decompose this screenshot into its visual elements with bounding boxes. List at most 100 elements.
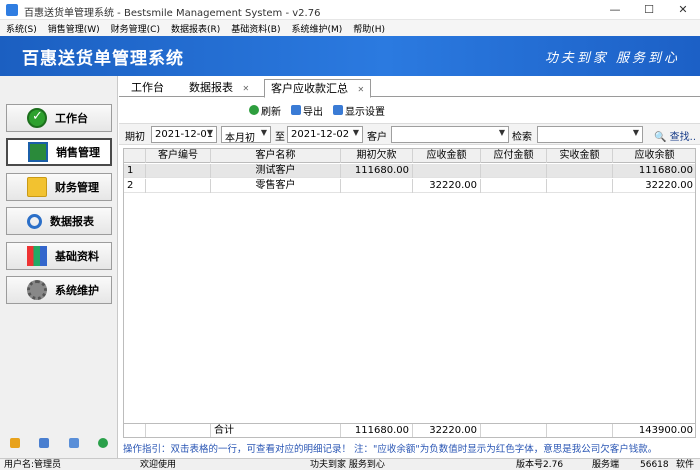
sidebar-item-reports[interactable]: 数据报表 [6,207,112,235]
column-header-received[interactable]: 实收金额 [547,149,613,163]
sidebar: 工作台 销售管理 财务管理 数据报表 基础资料 系统维护 [0,76,118,458]
total-payable [481,424,547,437]
minimize-button[interactable]: — [598,0,632,20]
period-select[interactable]: 本月初 ▼ [221,126,271,144]
sidebar-tools [0,438,118,448]
window-title: 百惠送货单管理系统 - Bestsmile Management System … [24,8,321,19]
menu-bar: 系统(S) 销售管理(W) 财务管理(C) 数据报表(R) 基础资料(B) 系统… [0,20,700,36]
maximize-button[interactable]: ☐ [632,0,666,20]
calendar-icon[interactable] [39,438,50,448]
window-controls: — ☐ ✕ [598,0,700,20]
sidebar-item-label: 工作台 [55,112,88,125]
sidebar-item-label: 财务管理 [55,181,99,194]
to-label: 至 [275,132,285,143]
sidebar-item-workbench[interactable]: 工作台 [6,104,112,132]
column-header-index[interactable] [124,149,146,163]
table-header: 客户编号 客户名称 期初欠款 应收金额 应付金额 实收金额 应收余额 [124,149,695,163]
toolbar: 刷新 导出 显示设置 [249,102,385,118]
sidebar-item-basic-data[interactable]: 基础资料 [6,242,112,270]
date-from-picker[interactable]: 2021-12-01 ▼ [151,126,217,143]
display-settings-button[interactable]: 显示设置 [333,102,385,118]
totals-label: 合计 [211,424,341,437]
total-received [547,424,613,437]
sidebar-item-label: 基础资料 [55,250,99,263]
sidebar-item-sales[interactable]: 销售管理 [6,138,112,166]
filter-bar: 期初 2021-12-01 ▼ 本月初 ▼ 至 2021-12-02 ▼ 客户 … [119,123,700,145]
status-soft: 软件 [676,460,695,470]
tab-label: 工作台 [131,81,164,94]
monitor-icon[interactable] [68,438,79,448]
magnifier-icon [27,213,42,229]
main-panel: 工作台 数据报表 ✕ 客户应收款汇总 ✕ 刷新 导出 显示设置 期初 2021-… [119,76,700,458]
header-banner: 百惠送货单管理系统 功夫到家 服务到心 [0,36,700,76]
chevron-down-icon: ▼ [206,128,213,137]
slogan: 功夫到家 服务到心 [544,51,680,66]
close-icon[interactable]: ✕ [358,85,365,94]
status-server: 服务端 [592,460,620,470]
query-button[interactable]: 🔍 查找.. [654,128,696,143]
menu-sales[interactable]: 销售管理(W) [42,20,105,36]
chevron-down-icon: ▼ [352,128,359,137]
chevron-down-icon: ▼ [632,128,639,137]
sidebar-item-finance[interactable]: 财务管理 [6,173,112,201]
column-header-code[interactable]: 客户编号 [146,149,211,163]
status-user: 用户名:管理员 [4,460,62,470]
total-receivable: 32220.00 [413,424,481,437]
tab-bar: 工作台 数据报表 ✕ 客户应收款汇总 ✕ [119,79,700,98]
refresh-icon [249,105,259,115]
menu-system[interactable]: 系统(S) [0,20,42,36]
column-header-name[interactable]: 客户名称 [211,149,341,163]
note-icon[interactable] [9,438,20,448]
export-icon [291,105,301,115]
column-header-receivable[interactable]: 应收金额 [413,149,481,163]
total-balance: 143900.00 [613,424,695,437]
chevron-down-icon: ▼ [498,128,505,137]
tab-label: 客户应收款汇总 [271,82,348,95]
sidebar-item-maintenance[interactable]: 系统维护 [6,276,112,304]
search-input[interactable]: ▼ [537,126,643,143]
date-to-picker[interactable]: 2021-12-02 ▼ [287,126,363,143]
tab-customer-receivables[interactable]: 客户应收款汇总 ✕ [264,79,372,98]
total-opening: 111680.00 [341,424,413,437]
status-port: 56618 [640,460,669,470]
folder-icon [27,177,47,197]
status-version: 版本号2.76 [516,460,564,470]
search-label: 检索 [512,132,532,143]
customer-select[interactable]: ▼ [391,126,509,143]
chevron-down-icon: ▼ [260,128,267,137]
refresh-button[interactable]: 刷新 [249,102,281,118]
gear-icon [27,280,47,300]
export-button[interactable]: 导出 [291,102,323,118]
settings-icon [333,105,343,115]
tab-label: 数据报表 [189,81,233,94]
check-circle-icon [27,108,47,128]
table-footer-totals: 合计 111680.00 32220.00 143900.00 [124,423,695,437]
close-icon[interactable]: ✕ [243,84,250,93]
table-row[interactable]: 2 零售客户 32220.00 32220.00 [124,179,695,193]
tab-workbench[interactable]: 工作台 [131,79,164,97]
sidebar-item-label: 系统维护 [55,284,99,297]
app-name: 百惠送货单管理系统 [22,49,184,69]
app-icon [6,4,18,16]
receivables-table[interactable]: 客户编号 客户名称 期初欠款 应收金额 应付金额 实收金额 应收余额 1 测试客… [123,148,696,438]
status-slogan: 功夫到家 服务到心 [310,460,385,470]
menu-basic-data[interactable]: 基础资料(B) [225,20,285,36]
menu-reports[interactable]: 数据报表(R) [165,20,225,36]
column-header-payable[interactable]: 应付金额 [481,149,547,163]
menu-maintenance[interactable]: 系统维护(M) [285,20,347,36]
screen-icon [28,142,48,162]
column-header-balance[interactable]: 应收余额 [613,149,695,163]
blocks-icon [27,246,47,266]
menu-help[interactable]: 帮助(H) [347,20,390,36]
status-bar: 用户名:管理员 欢迎使用 功夫到家 服务到心 版本号2.76 服务端 56618… [0,458,700,470]
title-bar: 百惠送货单管理系统 - Bestsmile Management System … [0,0,700,20]
close-button[interactable]: ✕ [666,0,700,20]
tab-reports[interactable]: 数据报表 ✕ [189,79,249,97]
column-header-opening[interactable]: 期初欠款 [341,149,413,163]
table-row[interactable]: 1 测试客户 111680.00 111680.00 [124,164,695,178]
status-welcome: 欢迎使用 [140,460,177,470]
period-label: 期初 [125,132,145,143]
menu-finance[interactable]: 财务管理(C) [105,20,165,36]
sidebar-item-label: 销售管理 [56,146,100,159]
refresh-icon[interactable] [98,438,109,448]
